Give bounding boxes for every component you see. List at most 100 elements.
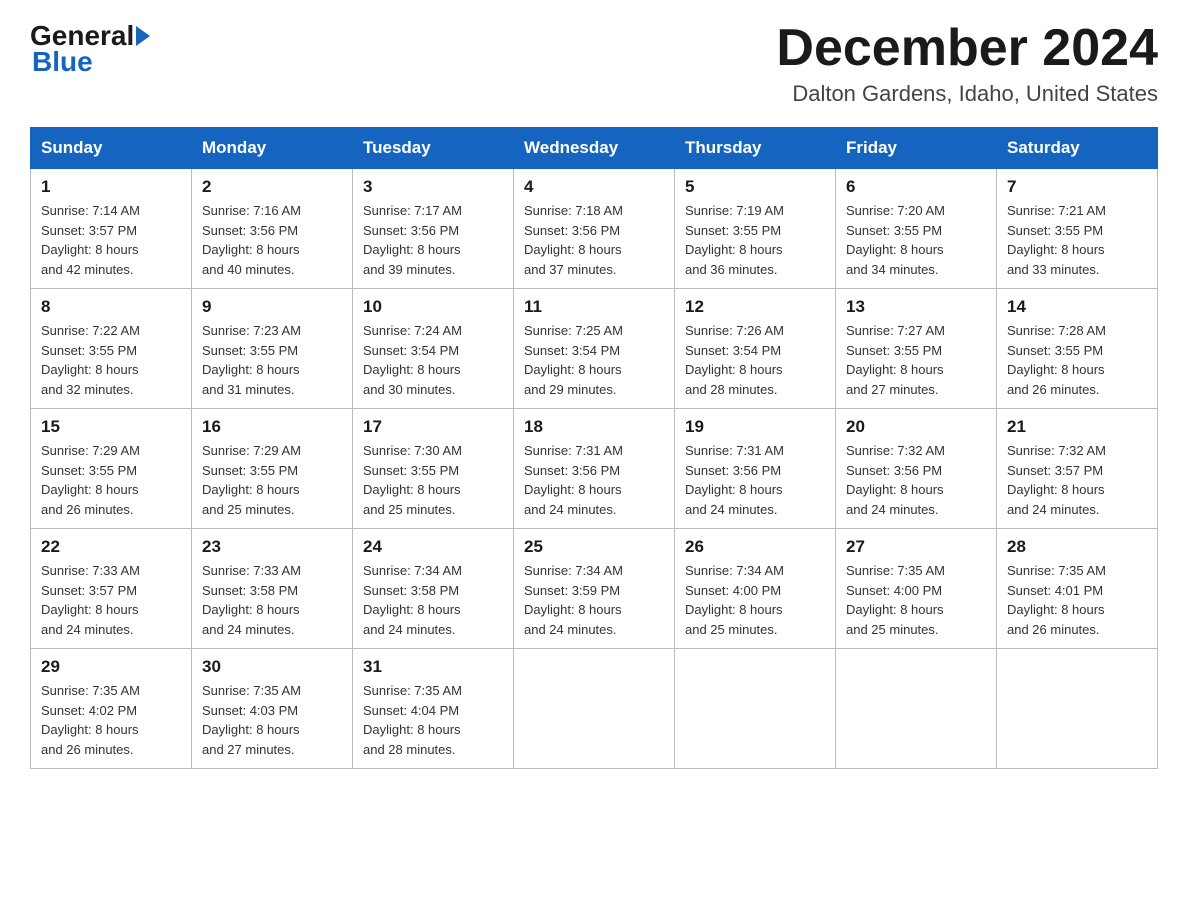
day-number: 6 [846,177,986,197]
day-number: 16 [202,417,342,437]
day-info: Sunrise: 7:34 AMSunset: 3:59 PMDaylight:… [524,561,664,639]
calendar-week-row: 29 Sunrise: 7:35 AMSunset: 4:02 PMDayligh… [31,649,1158,769]
month-title: December 2024 [776,20,1158,77]
page-header: General Blue December 2024 Dalton Garden… [30,20,1158,107]
day-number: 27 [846,537,986,557]
column-header-friday: Friday [836,128,997,169]
calendar-cell: 25Sunrise: 7:34 AMSunset: 3:59 PMDayligh… [514,529,675,649]
calendar-cell: 27 Sunrise: 7:35 AMSunset: 4:00 PMDayligh… [836,529,997,649]
calendar-week-row: 22Sunrise: 7:33 AMSunset: 3:57 PMDayligh… [31,529,1158,649]
day-number: 23 [202,537,342,557]
day-number: 10 [363,297,503,317]
day-info: Sunrise: 7:34 AMSunset: 3:58 PMDaylight:… [363,561,503,639]
day-number: 28 [1007,537,1147,557]
calendar-cell: 13 Sunrise: 7:27 AMSunset: 3:55 PMDayligh… [836,289,997,409]
calendar-cell [997,649,1158,769]
day-info: Sunrise: 7:26 AMSunset: 3:54 PMDaylight:… [685,321,825,399]
calendar-cell: 19Sunrise: 7:31 AMSunset: 3:56 PMDayligh… [675,409,836,529]
day-number: 5 [685,177,825,197]
calendar-cell: 3Sunrise: 7:17 AMSunset: 3:56 PMDaylight… [353,169,514,289]
day-info: Sunrise: 7:32 AMSunset: 3:57 PMDaylight:… [1007,441,1147,519]
day-info: Sunrise: 7:35 AMSunset: 4:01 PMDaylight:… [1007,561,1147,639]
day-number: 30 [202,657,342,677]
day-info: Sunrise: 7:19 AMSunset: 3:55 PMDaylight:… [685,201,825,279]
calendar-cell [675,649,836,769]
day-number: 12 [685,297,825,317]
calendar-cell: 24Sunrise: 7:34 AMSunset: 3:58 PMDayligh… [353,529,514,649]
logo: General Blue [30,20,152,78]
calendar-cell [514,649,675,769]
day-number: 8 [41,297,181,317]
column-header-saturday: Saturday [997,128,1158,169]
day-number: 9 [202,297,342,317]
calendar-cell: 4Sunrise: 7:18 AMSunset: 3:56 PMDaylight… [514,169,675,289]
day-number: 4 [524,177,664,197]
day-info: Sunrise: 7:20 AMSunset: 3:55 PMDaylight:… [846,201,986,279]
calendar-week-row: 15 Sunrise: 7:29 AMSunset: 3:55 PMDayligh… [31,409,1158,529]
calendar-cell: 18 Sunrise: 7:31 AMSunset: 3:56 PMDayligh… [514,409,675,529]
column-header-thursday: Thursday [675,128,836,169]
day-info: Sunrise: 7:30 AMSunset: 3:55 PMDaylight:… [363,441,503,519]
title-section: December 2024 Dalton Gardens, Idaho, Uni… [776,20,1158,107]
calendar-cell: 1 Sunrise: 7:14 AMSunset: 3:57 PMDaylight… [31,169,192,289]
day-number: 2 [202,177,342,197]
day-number: 15 [41,417,181,437]
location-subtitle: Dalton Gardens, Idaho, United States [776,81,1158,107]
column-header-monday: Monday [192,128,353,169]
day-number: 11 [524,297,664,317]
calendar-cell: 29 Sunrise: 7:35 AMSunset: 4:02 PMDayligh… [31,649,192,769]
calendar-cell: 10 Sunrise: 7:24 AMSunset: 3:54 PMDayligh… [353,289,514,409]
calendar-cell: 31 Sunrise: 7:35 AMSunset: 4:04 PMDayligh… [353,649,514,769]
day-number: 17 [363,417,503,437]
column-header-tuesday: Tuesday [353,128,514,169]
day-number: 18 [524,417,664,437]
calendar-table: SundayMondayTuesdayWednesdayThursdayFrid… [30,127,1158,769]
day-info: Sunrise: 7:16 AMSunset: 3:56 PMDaylight:… [202,201,342,279]
day-info: Sunrise: 7:29 AMSunset: 3:55 PMDaylight:… [41,441,181,519]
day-number: 13 [846,297,986,317]
day-info: Sunrise: 7:24 AMSunset: 3:54 PMDaylight:… [363,321,503,399]
column-header-sunday: Sunday [31,128,192,169]
day-info: Sunrise: 7:35 AMSunset: 4:00 PMDaylight:… [846,561,986,639]
calendar-header-row: SundayMondayTuesdayWednesdayThursdayFrid… [31,128,1158,169]
day-number: 7 [1007,177,1147,197]
calendar-cell: 15 Sunrise: 7:29 AMSunset: 3:55 PMDayligh… [31,409,192,529]
calendar-cell: 23 Sunrise: 7:33 AMSunset: 3:58 PMDayligh… [192,529,353,649]
day-number: 31 [363,657,503,677]
day-info: Sunrise: 7:35 AMSunset: 4:03 PMDaylight:… [202,681,342,759]
calendar-cell: 5 Sunrise: 7:19 AMSunset: 3:55 PMDaylight… [675,169,836,289]
day-info: Sunrise: 7:23 AMSunset: 3:55 PMDaylight:… [202,321,342,399]
day-info: Sunrise: 7:28 AMSunset: 3:55 PMDaylight:… [1007,321,1147,399]
logo-blue: Blue [32,46,93,77]
day-info: Sunrise: 7:33 AMSunset: 3:57 PMDaylight:… [41,561,181,639]
day-number: 20 [846,417,986,437]
calendar-cell: 6 Sunrise: 7:20 AMSunset: 3:55 PMDaylight… [836,169,997,289]
calendar-cell: 26Sunrise: 7:34 AMSunset: 4:00 PMDayligh… [675,529,836,649]
calendar-cell: 7 Sunrise: 7:21 AMSunset: 3:55 PMDaylight… [997,169,1158,289]
calendar-cell [836,649,997,769]
column-header-wednesday: Wednesday [514,128,675,169]
calendar-week-row: 1 Sunrise: 7:14 AMSunset: 3:57 PMDaylight… [31,169,1158,289]
day-info: Sunrise: 7:35 AMSunset: 4:04 PMDaylight:… [363,681,503,759]
calendar-cell: 21 Sunrise: 7:32 AMSunset: 3:57 PMDayligh… [997,409,1158,529]
day-number: 29 [41,657,181,677]
day-number: 21 [1007,417,1147,437]
day-info: Sunrise: 7:31 AMSunset: 3:56 PMDaylight:… [524,441,664,519]
day-number: 1 [41,177,181,197]
calendar-cell: 2 Sunrise: 7:16 AMSunset: 3:56 PMDaylight… [192,169,353,289]
calendar-cell: 8Sunrise: 7:22 AMSunset: 3:55 PMDaylight… [31,289,192,409]
day-info: Sunrise: 7:31 AMSunset: 3:56 PMDaylight:… [685,441,825,519]
day-number: 26 [685,537,825,557]
day-number: 14 [1007,297,1147,317]
day-info: Sunrise: 7:25 AMSunset: 3:54 PMDaylight:… [524,321,664,399]
calendar-cell: 22Sunrise: 7:33 AMSunset: 3:57 PMDayligh… [31,529,192,649]
day-info: Sunrise: 7:14 AMSunset: 3:57 PMDaylight:… [41,201,181,279]
day-info: Sunrise: 7:33 AMSunset: 3:58 PMDaylight:… [202,561,342,639]
day-info: Sunrise: 7:35 AMSunset: 4:02 PMDaylight:… [41,681,181,759]
day-info: Sunrise: 7:27 AMSunset: 3:55 PMDaylight:… [846,321,986,399]
calendar-cell: 11 Sunrise: 7:25 AMSunset: 3:54 PMDayligh… [514,289,675,409]
logo-arrow-icon [136,26,150,46]
day-info: Sunrise: 7:21 AMSunset: 3:55 PMDaylight:… [1007,201,1147,279]
calendar-cell: 20Sunrise: 7:32 AMSunset: 3:56 PMDayligh… [836,409,997,529]
calendar-cell: 16Sunrise: 7:29 AMSunset: 3:55 PMDayligh… [192,409,353,529]
